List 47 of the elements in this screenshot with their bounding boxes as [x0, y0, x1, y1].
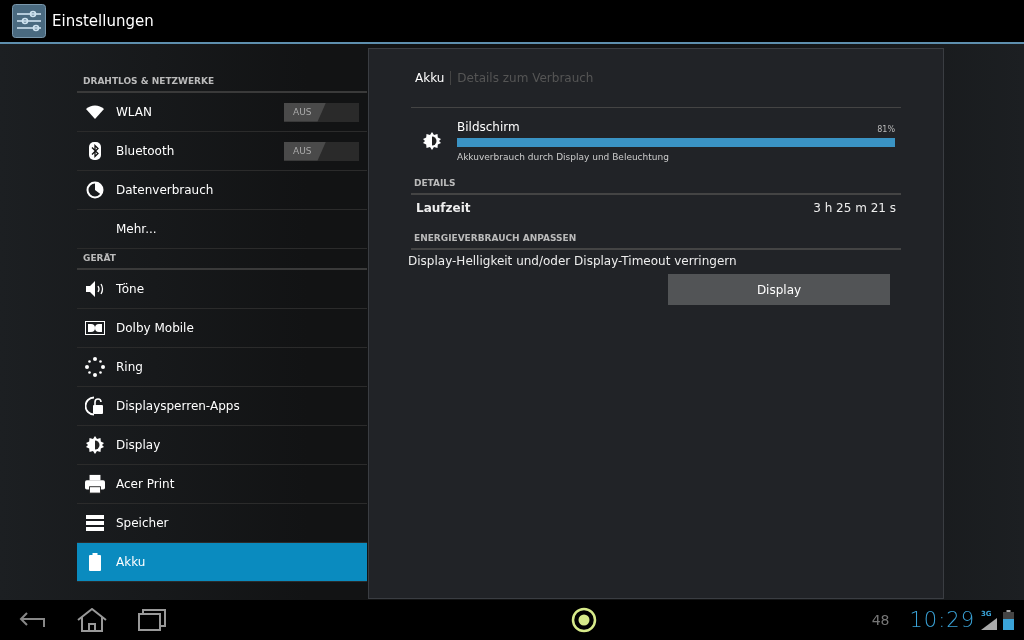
settings-item[interactable]: Display [77, 426, 367, 465]
padlock-icon [85, 396, 105, 416]
clock: 10:29 [909, 608, 975, 632]
section-header: DETAILS [411, 168, 901, 195]
settings-item[interactable]: Ring [77, 348, 367, 387]
section-header: DRAHTLOS & NETZWERKE [77, 72, 367, 93]
back-icon[interactable] [18, 610, 46, 630]
settings-item[interactable]: Acer Print [77, 465, 367, 504]
window-title: Einstellungen [52, 12, 154, 30]
settings-icon [12, 4, 46, 38]
section-header: GERÄT [77, 249, 367, 270]
bluetooth-icon [89, 142, 101, 160]
brightness-icon [86, 436, 104, 454]
speaker-icon [85, 280, 105, 298]
dotted-ring-icon [85, 357, 105, 377]
settings-item[interactable]: Datenverbrauch [77, 171, 367, 210]
home-icon[interactable] [76, 608, 108, 632]
storage-icon [86, 515, 104, 531]
usage-name: Bildschirm [457, 120, 520, 134]
settings-item[interactable]: WLAN AUS [77, 93, 367, 132]
runtime-value: 3 h 25 m 21 s [813, 201, 896, 215]
settings-item[interactable]: Mehr... [77, 210, 367, 249]
wifi-icon [86, 105, 104, 119]
battery-icon [89, 553, 101, 571]
notification-count: 48 [871, 612, 890, 628]
runtime-label: Laufzeit [416, 201, 471, 215]
adjust-hint: Display-Helligkeit und/oder Display-Timeout verringern [408, 253, 738, 268]
battery-icon [1003, 610, 1014, 630]
pie-chart-icon [86, 181, 104, 199]
section-header: ENERGIEVERBRAUCH ANPASSEN [411, 223, 901, 250]
usage-description: Akkuverbrauch durch Display und Beleuchtung [457, 152, 670, 162]
display-button[interactable]: Display [668, 274, 890, 305]
settings-item[interactable]: Bluetooth AUS [77, 132, 367, 171]
double-d-icon [85, 321, 105, 335]
brightness-icon [423, 132, 441, 150]
toggle-switch[interactable]: AUS [284, 141, 359, 161]
settings-item[interactable]: Dolby Mobile [77, 309, 367, 348]
settings-item[interactable]: Displaysperren-Apps [77, 387, 367, 426]
printer-icon [85, 474, 105, 494]
breadcrumb-title[interactable]: Akku [415, 71, 452, 85]
signal-icon [981, 618, 997, 630]
usage-percent: 81% [877, 125, 895, 134]
settings-item[interactable]: Akku [77, 543, 367, 582]
toggle-switch[interactable]: AUS [284, 102, 359, 122]
settings-item[interactable]: Töne [77, 270, 367, 309]
notification-icon[interactable] [570, 607, 597, 633]
recent-apps-icon[interactable] [138, 609, 166, 631]
